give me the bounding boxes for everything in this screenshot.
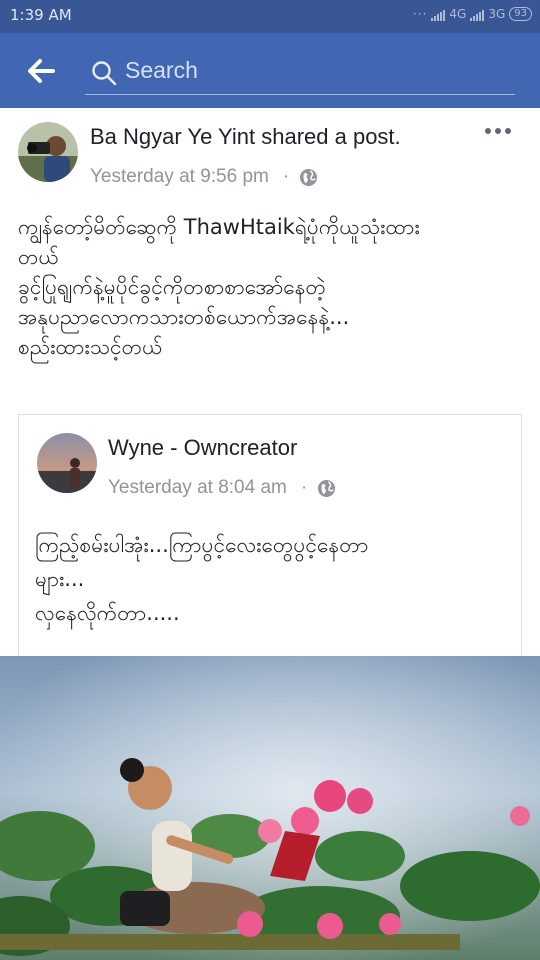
search-input[interactable]: Search bbox=[85, 47, 515, 95]
shared-message-line: လှနေလိုက်တာ..... bbox=[35, 601, 180, 625]
post-author-line[interactable]: Ba Ngyar Ye Yint shared a post. bbox=[90, 124, 401, 150]
network-1-label: 4G bbox=[449, 7, 467, 21]
arrow-left-icon[interactable] bbox=[26, 57, 56, 85]
search-header: Search bbox=[0, 33, 540, 108]
dots-icon: ··· bbox=[412, 7, 428, 21]
status-bar: 1:39 AM ··· 4G 3G 93 bbox=[0, 0, 540, 33]
signal-1-icon bbox=[431, 8, 446, 21]
message-line: ခွင့်ပြုရျက်နဲ့မူပိုင်ခွင့်ကိုတစာစာအော်န… bbox=[18, 275, 326, 299]
shared-avatar[interactable] bbox=[37, 433, 97, 493]
shared-message: ကြည့်စမ်းပါအုံး...ကြာပွင့်လေးတွေပွင့်နေတ… bbox=[35, 528, 515, 630]
meta-separator: · bbox=[300, 477, 308, 498]
shared-timestamp[interactable]: Yesterday at 8:04 am bbox=[108, 477, 287, 499]
signal-2-icon bbox=[470, 8, 485, 21]
globe-icon bbox=[300, 168, 318, 186]
feed-post: Ba Ngyar Ye Yint shared a post. Yesterda… bbox=[0, 108, 540, 960]
post-timestamp[interactable]: Yesterday at 9:56 pm bbox=[90, 166, 269, 188]
shared-message-line: များ... bbox=[35, 567, 85, 591]
shared-post-photo[interactable] bbox=[0, 656, 540, 960]
meta-separator: · bbox=[282, 166, 290, 187]
message-line: စည်းထားသင့်တယ် bbox=[18, 335, 163, 359]
status-time: 1:39 AM bbox=[10, 6, 72, 24]
message-line: ကျွန်တော့်မိတ်ဆွေကို ThawHtaikရဲ့ပုံကိုယ… bbox=[18, 215, 420, 239]
search-icon bbox=[92, 61, 117, 86]
message-line: အနုပညာလောကသားတစ်ယောက်အနေနဲ့... bbox=[18, 305, 350, 329]
post-meta: Yesterday at 9:56 pm · bbox=[90, 166, 318, 188]
avatar[interactable] bbox=[18, 122, 78, 182]
message-line: တယ် bbox=[18, 245, 59, 269]
shared-author[interactable]: Wyne - Owncreator bbox=[108, 435, 297, 461]
network-2-label: 3G bbox=[488, 7, 506, 21]
more-horizontal-icon[interactable] bbox=[484, 126, 512, 136]
post-message: ကျွန်တော့်မိတ်ဆွေကို ThawHtaikရဲ့ပုံကိုယ… bbox=[18, 212, 528, 362]
shared-meta: Yesterday at 8:04 am · bbox=[108, 477, 336, 499]
shared-message-line: ကြည့်စမ်းပါအုံး...ကြာပွင့်လေးတွေပွင့်နေတ… bbox=[35, 533, 369, 557]
globe-icon bbox=[318, 479, 336, 497]
status-icons: ··· 4G 3G 93 bbox=[413, 7, 532, 21]
search-placeholder: Search bbox=[125, 57, 198, 83]
battery-icon: 93 bbox=[509, 7, 532, 21]
shared-post-card[interactable]: Wyne - Owncreator Yesterday at 8:04 am ·… bbox=[18, 414, 522, 660]
